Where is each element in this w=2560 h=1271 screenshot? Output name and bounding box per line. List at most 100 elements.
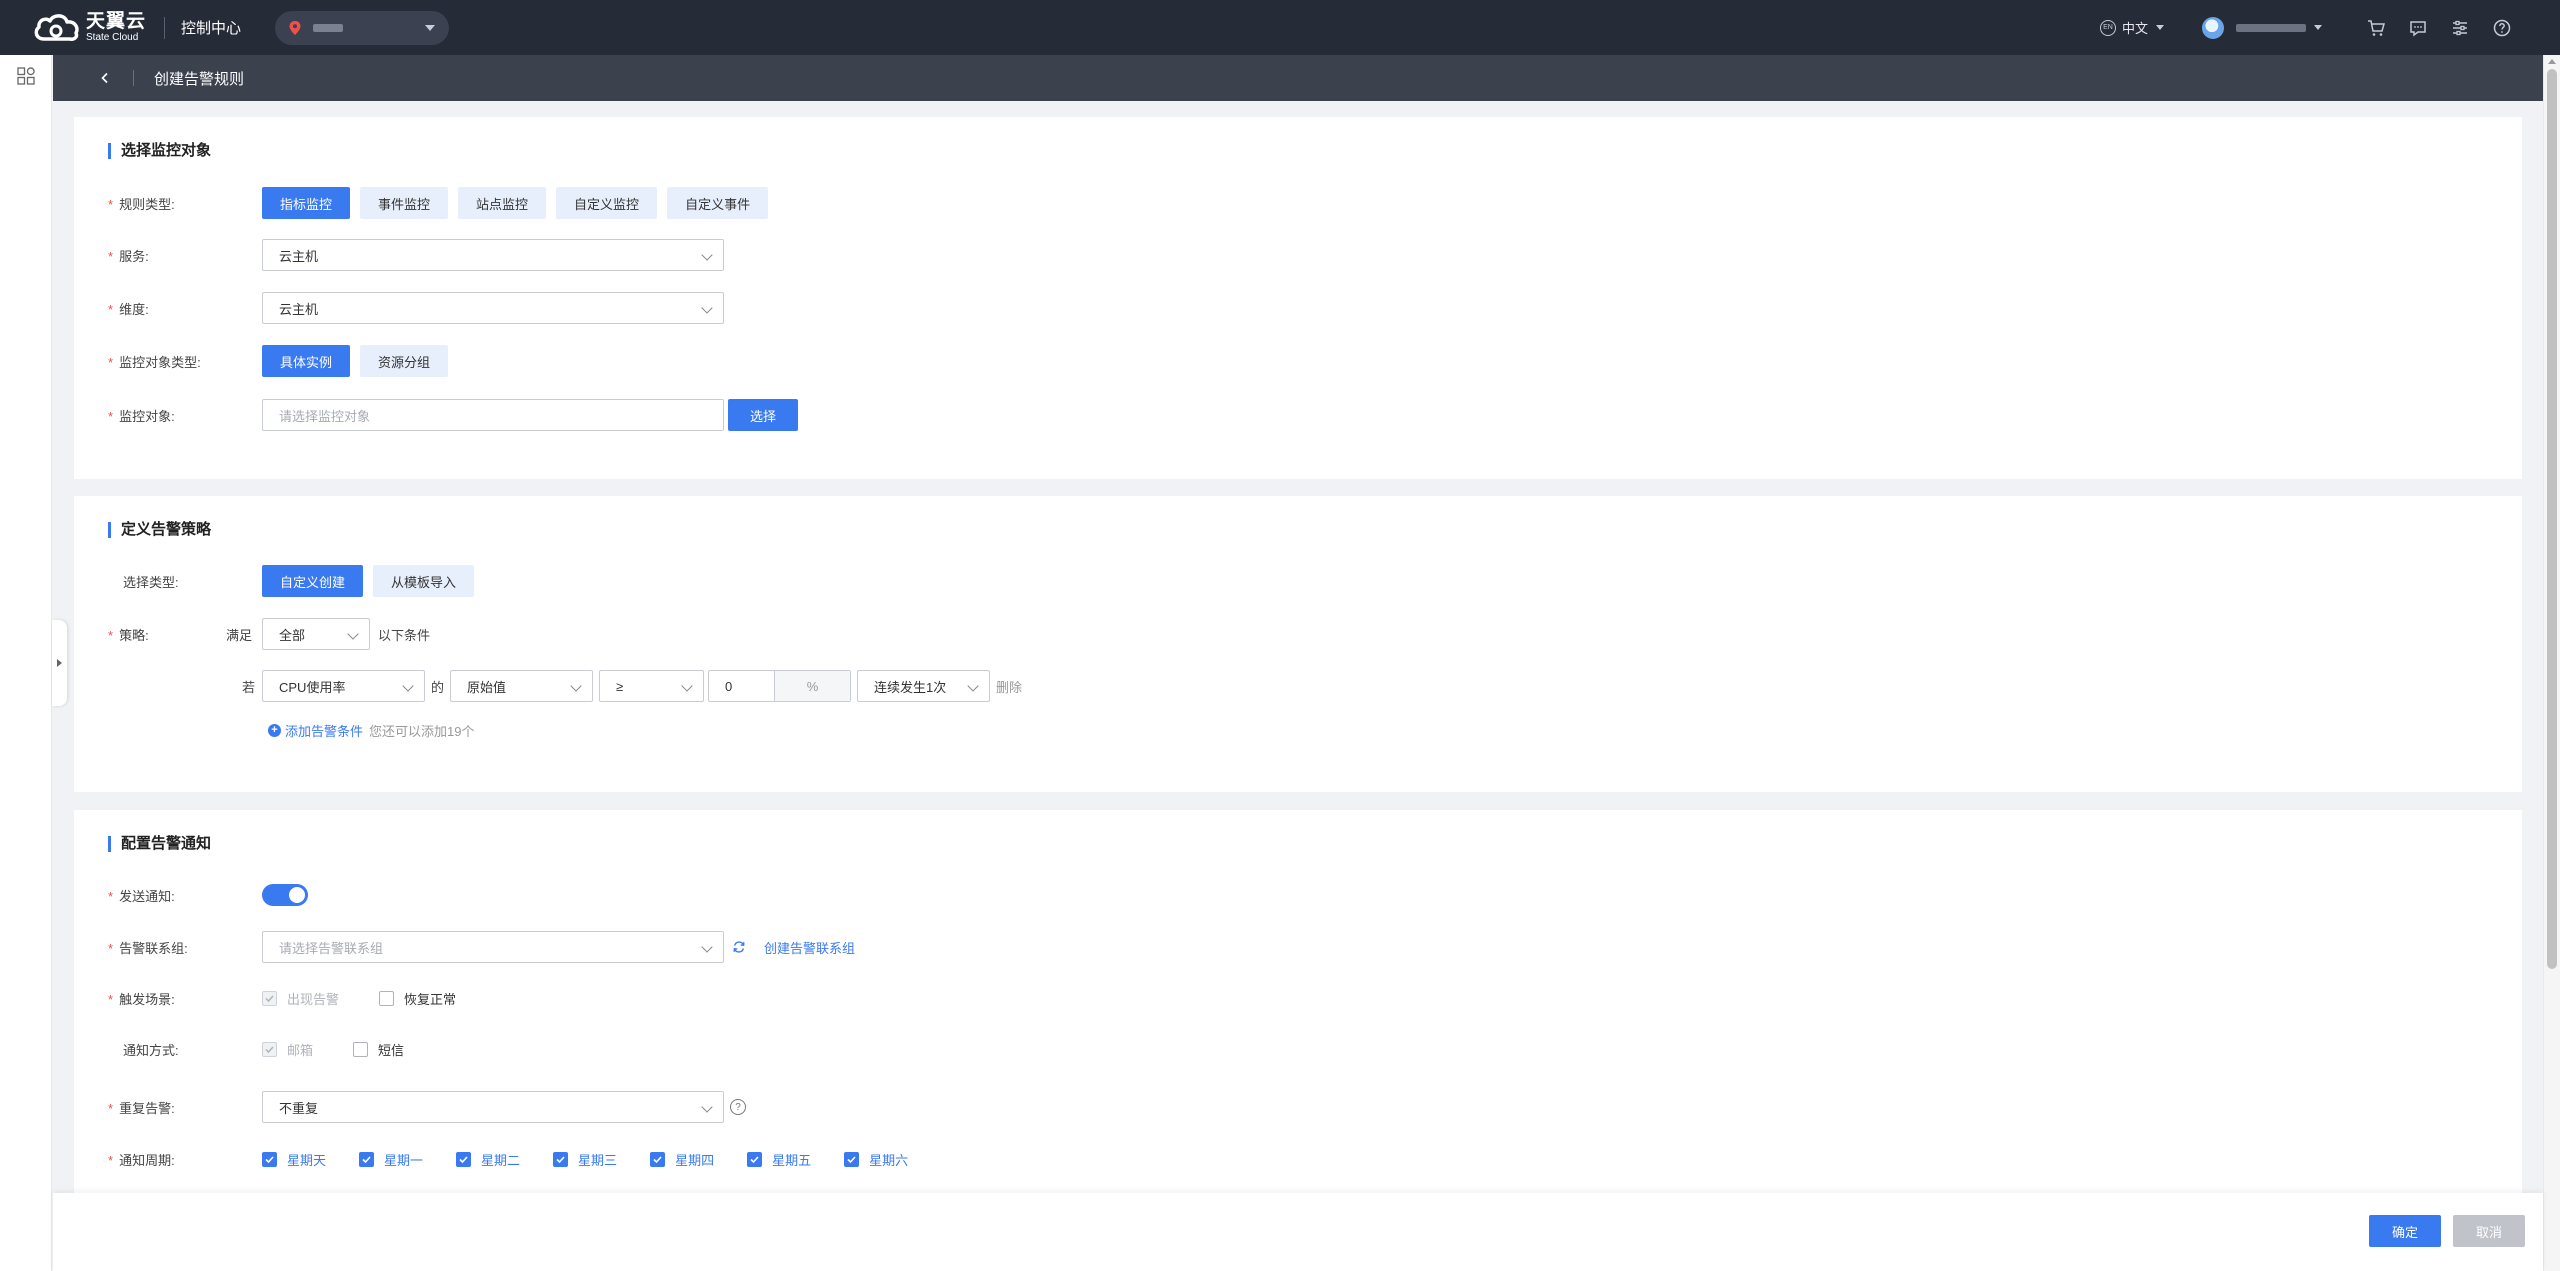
select-object-button[interactable]: 选择 xyxy=(728,399,799,431)
checkbox-unchecked[interactable] xyxy=(379,990,395,1006)
chevron-down-icon xyxy=(967,680,979,692)
object-type-resource-group[interactable]: 资源分组 xyxy=(360,345,449,377)
page-title: 创建告警规则 xyxy=(154,70,245,88)
weekday-monday[interactable]: 星期一 xyxy=(359,1150,423,1169)
help-icon[interactable] xyxy=(2492,18,2512,38)
weekday-tuesday[interactable]: 星期二 xyxy=(456,1150,520,1169)
satisfy-select[interactable]: 全部 xyxy=(262,618,370,650)
page-scrollbar[interactable] xyxy=(2543,55,2560,1271)
cart-icon[interactable] xyxy=(2366,18,2386,38)
chevron-down-icon xyxy=(425,24,436,31)
duration-select[interactable]: 连续发生1次 xyxy=(857,670,991,702)
language-switcher[interactable]: EN 中文 xyxy=(2099,18,2164,37)
service-select[interactable]: 云主机 xyxy=(262,239,724,271)
method-sms-checkbox[interactable]: 短信 xyxy=(353,1040,404,1059)
statistic-select[interactable]: 原始值 xyxy=(450,670,594,702)
weekday-friday[interactable]: 星期五 xyxy=(747,1150,811,1169)
send-notify-label: * 发送通知: xyxy=(108,888,175,904)
breadcrumb: 创建告警规则 xyxy=(53,55,2543,101)
weekday-label: 星期天 xyxy=(287,1152,327,1168)
settings-sliders-icon[interactable] xyxy=(2450,18,2470,38)
if-text: 若 xyxy=(242,679,256,695)
service-value: 云主机 xyxy=(279,248,319,264)
section-title: 配置告警通知 xyxy=(108,836,211,852)
operator-select[interactable]: ≥ xyxy=(599,670,705,702)
add-condition-row: + 添加告警条件 您还可以添加19个 xyxy=(74,713,2522,747)
satisfy-text: 满足 xyxy=(226,627,253,643)
back-button[interactable] xyxy=(85,55,125,101)
checkbox-unchecked[interactable] xyxy=(353,1041,369,1057)
metric-value: CPU使用率 xyxy=(279,679,346,695)
chevron-down-icon xyxy=(701,249,713,261)
threshold-unit: % xyxy=(775,671,851,701)
rule-type-metric[interactable]: 指标监控 xyxy=(262,187,351,219)
chevron-down-icon xyxy=(2314,25,2322,30)
rule-type-site[interactable]: 站点监控 xyxy=(458,187,547,219)
weekday-thursday[interactable]: 星期四 xyxy=(650,1150,714,1169)
user-menu[interactable] xyxy=(2202,16,2322,39)
of-text: 的 xyxy=(431,679,445,695)
threshold-value[interactable]: 0 xyxy=(709,671,776,701)
rule-type-custom-event[interactable]: 自定义事件 xyxy=(667,187,769,219)
checkbox-checked[interactable] xyxy=(456,1151,472,1167)
sidebar-expand-handle[interactable] xyxy=(52,620,67,706)
weekday-sunday[interactable]: 星期天 xyxy=(262,1150,326,1169)
weekday-label: 星期三 xyxy=(578,1152,618,1168)
weekday-label: 星期六 xyxy=(869,1152,909,1168)
repeat-alarm-row: * 重复告警: 不重复 ? xyxy=(74,1090,2522,1124)
dimension-value: 云主机 xyxy=(279,301,319,317)
create-contact-group-link[interactable]: 创建告警联系组 xyxy=(764,938,855,957)
threshold-input[interactable]: 0 % xyxy=(708,670,852,702)
plus-circle-icon[interactable]: + xyxy=(268,723,281,737)
state-cloud-logo[interactable]: 天翼云 State Cloud xyxy=(32,11,146,45)
chevron-down-icon xyxy=(681,680,693,692)
dimension-select[interactable]: 云主机 xyxy=(262,292,724,324)
chevron-down-icon xyxy=(2156,25,2164,30)
console-title[interactable]: 控制中心 xyxy=(181,17,241,38)
send-notify-row: * 发送通知: xyxy=(74,878,2522,912)
checkbox-checked[interactable] xyxy=(844,1151,860,1167)
checkbox-checked[interactable] xyxy=(359,1151,375,1167)
weekday-label: 星期四 xyxy=(675,1152,715,1168)
repeat-alarm-select[interactable]: 不重复 xyxy=(262,1091,724,1123)
import-template-tab[interactable]: 从模板导入 xyxy=(373,565,475,597)
object-type-label: * 监控对象类型: xyxy=(108,354,201,370)
language-icon: EN xyxy=(2099,19,2116,36)
checkbox-checked[interactable] xyxy=(650,1151,666,1167)
send-notify-toggle[interactable] xyxy=(262,884,308,906)
footer-action-bar: 确定 取消 xyxy=(53,1193,2543,1271)
repeat-alarm-value: 不重复 xyxy=(279,1100,319,1116)
cancel-button[interactable]: 取消 xyxy=(2453,1215,2525,1247)
delete-condition-link[interactable]: 删除 xyxy=(996,677,1022,696)
weekday-wednesday[interactable]: 星期三 xyxy=(553,1150,617,1169)
scrollbar-thumb[interactable] xyxy=(2547,69,2557,969)
add-condition-link[interactable]: 添加告警条件 xyxy=(285,721,363,740)
weekday-label: 星期五 xyxy=(772,1152,812,1168)
rule-type-event[interactable]: 事件监控 xyxy=(360,187,449,219)
rule-type-custom-monitor[interactable]: 自定义监控 xyxy=(556,187,658,219)
checkbox-checked[interactable] xyxy=(262,1151,277,1167)
language-label: 中文 xyxy=(2121,21,2148,36)
message-icon[interactable] xyxy=(2408,18,2428,38)
topbar-divider xyxy=(164,16,166,39)
alarm-strategy-section: 定义告警策略 选择类型: 自定义创建 从模板导入 * 策略: 满足 全部 以下条件… xyxy=(74,496,2522,792)
metric-select[interactable]: CPU使用率 xyxy=(262,670,425,702)
scroll-up-arrow-icon[interactable] xyxy=(2548,59,2556,64)
rule-type-label: * 规则类型: xyxy=(108,196,175,212)
contact-group-select[interactable]: 请选择告警联系组 xyxy=(262,931,724,963)
question-circle-icon[interactable]: ? xyxy=(730,1099,746,1115)
confirm-button[interactable]: 确定 xyxy=(2369,1215,2441,1247)
custom-create-tab[interactable]: 自定义创建 xyxy=(262,565,364,597)
object-type-row: * 监控对象类型: 具体实例 资源分组 xyxy=(74,344,2522,378)
checkbox-checked[interactable] xyxy=(553,1151,569,1167)
weekday-label: 星期二 xyxy=(481,1152,521,1168)
notify-method-label: 通知方式: xyxy=(123,1042,179,1058)
region-selector[interactable] xyxy=(275,10,450,45)
app-grid-icon[interactable] xyxy=(17,67,35,85)
object-type-instance[interactable]: 具体实例 xyxy=(262,345,351,377)
refresh-icon[interactable] xyxy=(732,940,746,954)
checkbox-checked[interactable] xyxy=(747,1151,763,1167)
scene-recover-checkbox[interactable]: 恢复正常 xyxy=(379,989,456,1008)
weekday-saturday[interactable]: 星期六 xyxy=(844,1150,908,1169)
monitor-object-input[interactable]: 请选择监控对象 xyxy=(262,399,724,431)
